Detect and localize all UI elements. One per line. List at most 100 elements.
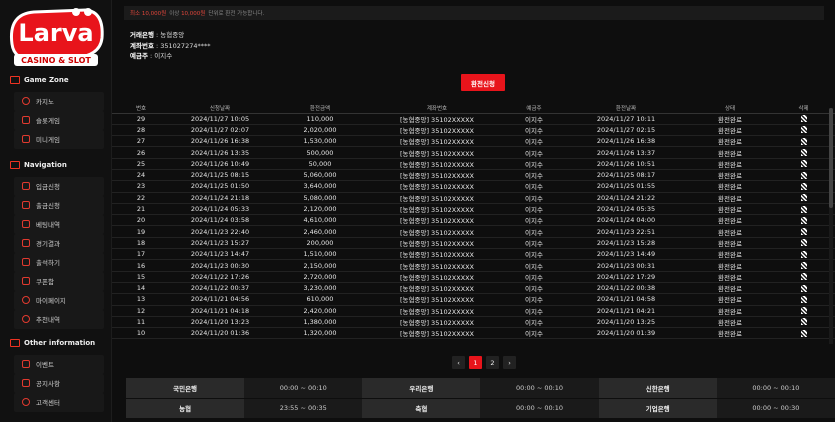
sidebar-item-casino[interactable]: 카지노 <box>14 92 104 111</box>
delete-checkbox-icon[interactable] <box>800 126 807 134</box>
delete-checkbox-icon[interactable] <box>800 182 807 190</box>
sidebar-item-notice[interactable]: 공지사항 <box>14 374 104 393</box>
table-cell: 2024/11/24 04:00 <box>564 214 688 227</box>
bank-maintenance-table: 국민은행 00:00 ~ 00:10 우리은행 00:00 ~ 00:10 신한… <box>126 378 835 419</box>
table-cell: 이지수 <box>504 248 564 261</box>
table-cell: 3,640,000 <box>270 180 370 193</box>
delete-checkbox-icon[interactable] <box>800 329 807 337</box>
account-info: 거래은행 : 농협중앙 계좌번호 : 351027274**** 예금주 : 이… <box>130 30 210 62</box>
table-cell: 29 <box>112 113 170 125</box>
delete-checkbox-icon[interactable] <box>800 250 807 258</box>
sidebar-item-slot[interactable]: 슬롯게임 <box>14 111 104 130</box>
table-cell: 환전완료 <box>688 192 772 204</box>
table-cell: 이지수 <box>504 158 564 170</box>
table-cell: 환전완료 <box>688 169 772 182</box>
delete-checkbox-icon[interactable] <box>800 194 807 202</box>
delete-checkbox-icon[interactable] <box>800 307 807 315</box>
delete-cell <box>772 203 835 216</box>
delete-checkbox-icon[interactable] <box>800 160 807 168</box>
next-page-button[interactable]: › <box>503 356 516 369</box>
delete-cell <box>772 259 835 272</box>
table-cell: 환전완료 <box>688 282 772 295</box>
sidebar-item-coupon[interactable]: 쿠폰함 <box>14 272 104 291</box>
deposit-icon <box>22 182 30 191</box>
table-row: 28 2024/11/27 02:07 2,020,000 [농협중앙] 35102X… <box>112 124 835 137</box>
delete-checkbox-icon[interactable] <box>800 239 807 247</box>
delete-checkbox-icon[interactable] <box>800 262 807 269</box>
table-cell: 2024/11/26 13:35 <box>170 146 270 159</box>
table-cell: 24 <box>112 169 170 182</box>
account-number-label: 계좌번호 <box>130 41 154 50</box>
table-cell: 2,720,000 <box>270 271 370 283</box>
sidebar-item-label: 경기결과 <box>36 240 60 249</box>
delete-checkbox-icon[interactable] <box>800 295 807 303</box>
delete-checkbox-icon[interactable] <box>800 205 807 213</box>
table-row: 12 2024/11/21 04:18 2,420,000 [농협중앙] 35102X… <box>112 305 835 317</box>
sidebar-item-results[interactable]: 경기결과 <box>14 234 104 253</box>
sidebar-item-label: 슬롯게임 <box>36 117 60 126</box>
results-icon <box>22 239 30 248</box>
table-cell: [농협중앙] 35102XXXXX <box>370 113 504 125</box>
section-title: Navigation <box>24 161 67 169</box>
exchange-request-button[interactable]: 환전신청 <box>461 74 505 91</box>
delete-cell <box>772 271 835 283</box>
sidebar-item-mypage[interactable]: 마이페이지 <box>14 291 104 310</box>
delete-checkbox-icon[interactable] <box>800 273 807 281</box>
delete-checkbox-icon[interactable] <box>800 284 807 292</box>
table-cell: 환전완료 <box>688 214 772 227</box>
notice-min-label: 최소 <box>130 11 141 17</box>
bank-name: 우리은행 <box>362 378 481 399</box>
table-scrollbar[interactable] <box>829 108 833 344</box>
sidebar-item-referral[interactable]: 추천내역 <box>14 310 104 329</box>
table-header-row: 번호 신청날짜 환전금액 계좌번호 예금주 환전날짜 상태 삭제 <box>112 104 835 114</box>
delete-cell <box>772 214 835 227</box>
bet-history-icon <box>22 220 30 229</box>
delete-checkbox-icon[interactable] <box>800 216 807 224</box>
table-row: 13 2024/11/21 04:56 610,000 [농협중앙] 35102XXX… <box>112 293 835 306</box>
table-cell: 2,460,000 <box>270 225 370 238</box>
table-cell: 2024/11/22 00:37 <box>170 282 270 295</box>
table-cell: 2024/11/25 01:50 <box>170 180 270 193</box>
sidebar-item-label: 마이페이지 <box>36 297 66 306</box>
sidebar-item-label: 미니게임 <box>36 136 60 145</box>
delete-checkbox-icon[interactable] <box>800 171 807 179</box>
table-cell: 14 <box>112 282 170 295</box>
delete-checkbox-icon[interactable] <box>800 137 807 145</box>
section-navigation: Navigation <box>10 161 67 169</box>
sidebar-item-support[interactable]: 고객센터 <box>14 393 104 412</box>
table-cell: 이지수 <box>504 113 564 125</box>
column-header: 예금주 <box>504 104 564 114</box>
delete-cell <box>772 293 835 306</box>
delete-checkbox-icon[interactable] <box>800 228 807 236</box>
delete-checkbox-icon[interactable] <box>800 149 807 157</box>
table-cell: 2024/11/27 02:07 <box>170 124 270 137</box>
sidebar-item-minigame[interactable]: 미니게임 <box>14 130 104 149</box>
sidebar-item-bet-history[interactable]: 베팅내역 <box>14 215 104 234</box>
table-cell: 이지수 <box>504 169 564 182</box>
table-row: 15 2024/11/22 17:26 2,720,000 [농협중앙] 35102X… <box>112 271 835 283</box>
delete-checkbox-icon[interactable] <box>800 318 807 326</box>
sidebar-item-withdraw[interactable]: 출금신청 <box>14 196 104 215</box>
table-cell: 2024/11/21 04:58 <box>564 293 688 306</box>
exchange-history-table: 번호 신청날짜 환전금액 계좌번호 예금주 환전날짜 상태 삭제 29 2024/11/27 1… <box>112 104 835 340</box>
bank-label: 거래은행 <box>130 31 154 39</box>
sidebar-item-attendance[interactable]: 출석하기 <box>14 253 104 272</box>
larva-logo[interactable]: Larva CASINO & SLOT <box>4 4 108 70</box>
section-other-information: Other information <box>10 339 95 347</box>
page-1-button[interactable]: 1 <box>469 356 482 369</box>
table-cell: 이지수 <box>504 146 564 159</box>
table-cell: [농협중앙] 35102XXXXX <box>370 327 504 340</box>
gift-icon <box>22 360 30 369</box>
table-cell: 2024/11/26 16:38 <box>564 135 688 148</box>
table-cell: 1,380,000 <box>270 316 370 329</box>
scrollbar-thumb[interactable] <box>829 108 833 208</box>
sidebar-item-deposit[interactable]: 입금신청 <box>14 177 104 196</box>
delete-checkbox-icon[interactable] <box>800 115 807 123</box>
sidebar-item-event[interactable]: 이벤트 <box>14 355 104 374</box>
page-2-button[interactable]: 2 <box>486 356 499 369</box>
table-cell: 2024/11/26 10:51 <box>564 158 688 170</box>
section-title: Other information <box>24 339 96 347</box>
table-cell: 2024/11/22 00:38 <box>564 282 688 295</box>
prev-page-button[interactable]: ‹ <box>452 356 465 369</box>
table-cell: 10 <box>112 327 170 340</box>
